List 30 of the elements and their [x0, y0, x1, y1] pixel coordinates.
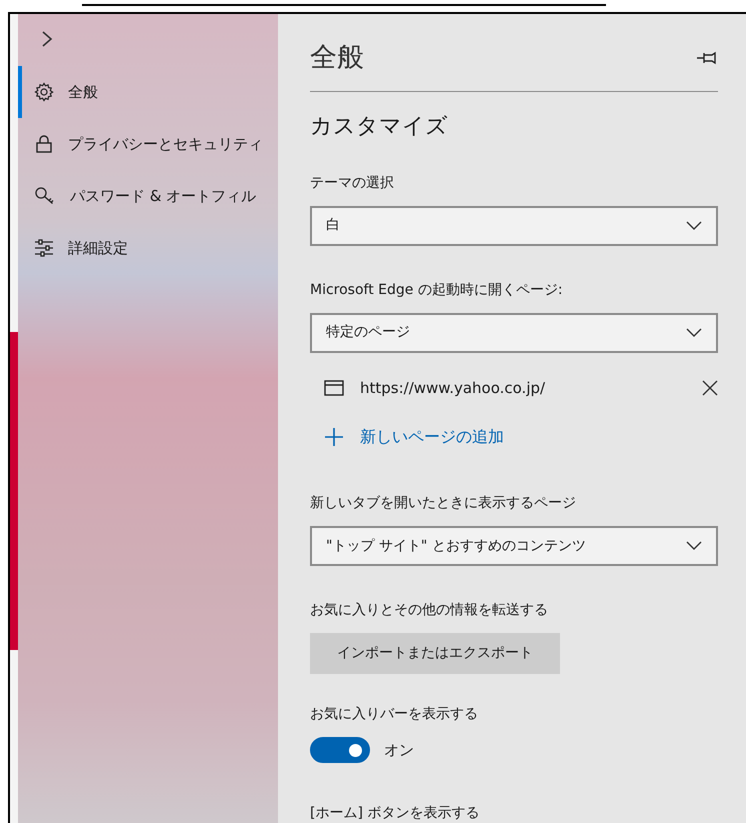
setting-label: [ホーム] ボタンを表示する: [310, 804, 480, 823]
dropdown-field[interactable]: 白: [310, 206, 718, 246]
section-heading: カスタマイズ: [310, 112, 449, 140]
setting-label: お気に入りとその他の情報を転送する: [310, 601, 549, 620]
close-icon[interactable]: [702, 380, 718, 396]
setting-label: お気に入りバーを表示する: [310, 705, 479, 724]
import-export-button[interactable]: インポートまたはエクスポート: [310, 633, 560, 674]
chevron-down-icon: [686, 328, 702, 338]
toggle-state-label: オン: [384, 740, 414, 761]
dropdown-field[interactable]: "トップ サイト" とおすすめのコンテンツ: [310, 526, 718, 566]
dropdown-field[interactable]: 特定のページ: [310, 312, 718, 352]
panel-title: 全般: [310, 41, 364, 75]
setting-label: Microsoft Edge の起動時に開くページ:: [310, 280, 564, 300]
setting-label: テーマの選択: [310, 174, 395, 192]
sliders-icon: [34, 238, 54, 258]
chevron-down-icon: [686, 220, 702, 230]
gear-icon: [34, 82, 54, 102]
sidebar-item[interactable]: プライバシーとセキュリティ: [18, 118, 278, 170]
sidebar-item[interactable]: 詳細設定: [18, 222, 278, 274]
key-icon: [34, 186, 56, 206]
sidebar-item[interactable]: パスワード & オートフィル: [18, 170, 278, 222]
add-page-link[interactable]: 新しいページの追加: [324, 425, 718, 449]
plus-icon: [324, 427, 344, 447]
toggle-switch[interactable]: [310, 737, 370, 763]
setting-label: 新しいタブを開いたときに表示するページ: [310, 494, 577, 513]
pin-icon[interactable]: [696, 51, 718, 66]
page-url: https://www.yahoo.co.jp/: [360, 378, 546, 398]
lock-icon: [34, 134, 54, 154]
browser-window-icon: [324, 380, 344, 396]
chevron-down-icon: [686, 541, 702, 551]
